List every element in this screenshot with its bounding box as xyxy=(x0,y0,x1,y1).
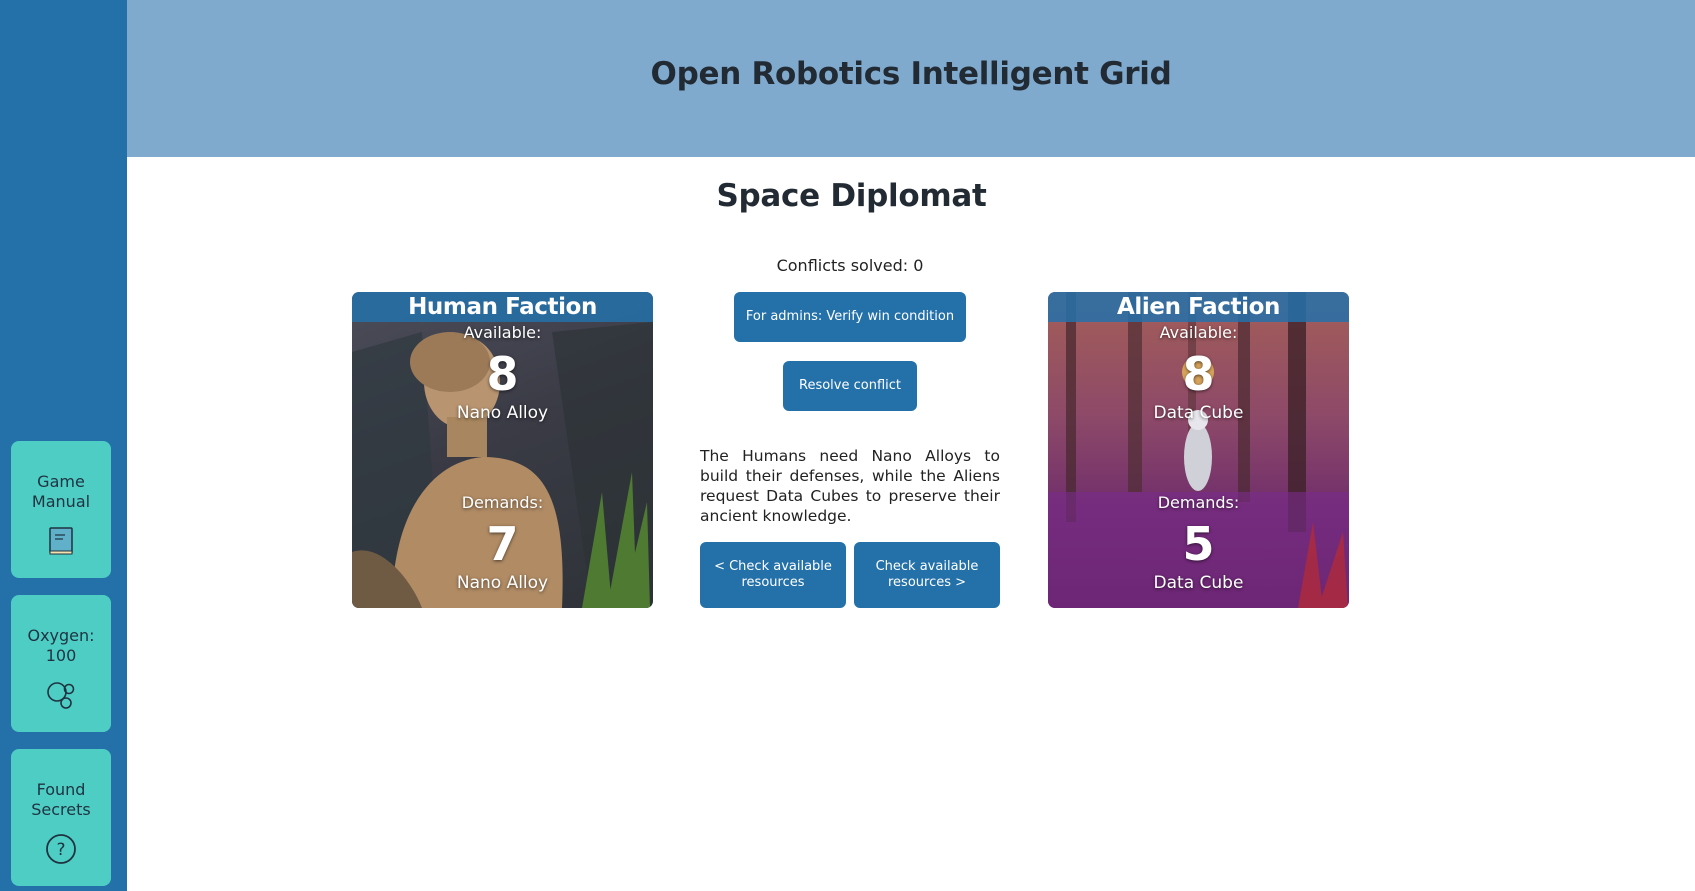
story-text: The Humans need Nano Alloys to build the… xyxy=(700,447,1000,525)
human-demands-value: 7 xyxy=(486,517,519,571)
alien-faction-title: Alien Faction xyxy=(1117,294,1280,320)
check-resources-right-button[interactable]: Check available resources > xyxy=(854,542,1000,608)
svg-text:?: ? xyxy=(56,840,65,860)
alien-available-value: 8 xyxy=(1182,347,1215,401)
human-available-value: 8 xyxy=(486,347,519,401)
bubbles-icon xyxy=(44,678,78,712)
alien-available-resource: Data Cube xyxy=(1153,403,1244,423)
oxygen-status-button[interactable]: Oxygen: 100 xyxy=(11,595,111,732)
app-header: Open Robotics Intelligent Grid xyxy=(127,0,1695,157)
page-title: Space Diplomat xyxy=(716,178,987,214)
human-demands-resource: Nano Alloy xyxy=(456,573,549,593)
alien-demands-label: Demands: xyxy=(1157,493,1240,512)
alien-demands-value: 5 xyxy=(1182,517,1215,571)
alien-available-label: Available: xyxy=(1159,323,1238,342)
human-demands-label: Demands: xyxy=(461,493,544,512)
human-faction-title: Human Faction xyxy=(408,294,597,320)
app-title: Open Robotics Intelligent Grid xyxy=(650,55,1172,92)
conflicts-counter: Conflicts solved: 0 xyxy=(776,256,924,275)
human-available-label: Available: xyxy=(463,323,542,342)
game-manual-label: Game Manual xyxy=(31,472,91,511)
question-icon: ? xyxy=(44,832,78,866)
oxygen-label: Oxygen: 100 xyxy=(27,626,95,665)
found-secrets-label: Found Secrets xyxy=(31,780,91,819)
check-resources-left-button[interactable]: < Check available resources xyxy=(700,542,846,608)
resolve-conflict-button[interactable]: Resolve conflict xyxy=(783,361,917,411)
human-available-resource: Nano Alloy xyxy=(456,403,549,423)
sidebar: Game Manual Oxygen: 100 Found Secrets ? xyxy=(0,0,127,891)
book-icon xyxy=(44,524,78,558)
found-secrets-button[interactable]: Found Secrets ? xyxy=(11,749,111,886)
game-manual-button[interactable]: Game Manual xyxy=(11,441,111,578)
alien-demands-resource: Data Cube xyxy=(1153,573,1244,593)
verify-win-condition-button[interactable]: For admins: Verify win condition xyxy=(734,292,966,342)
